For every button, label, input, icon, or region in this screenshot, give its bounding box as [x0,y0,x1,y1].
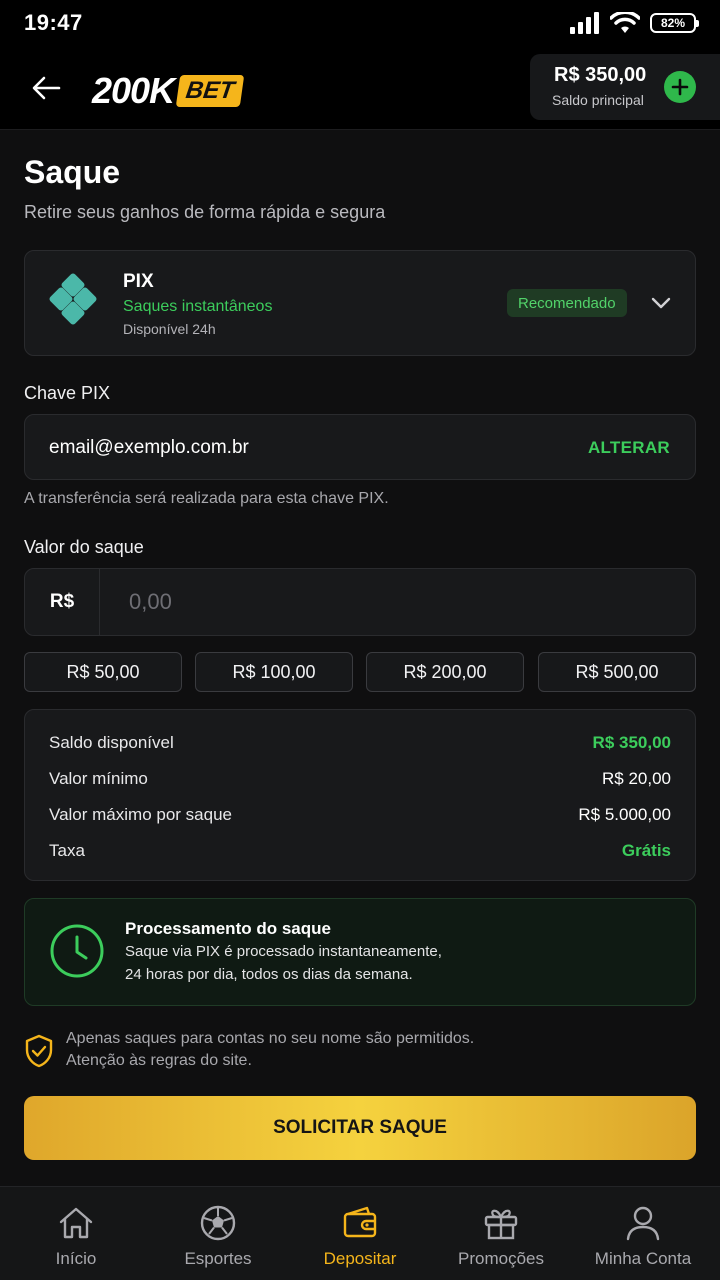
nav-item-deposit[interactable]: Depositar [288,1187,432,1280]
battery-level: 82% [660,16,686,30]
nav-item-home[interactable]: Início [4,1187,148,1280]
back-button[interactable] [26,68,66,108]
battery-icon: 82% [650,13,699,33]
change-pix-key-button[interactable]: ALTERAR [588,438,670,458]
user-icon [626,1206,660,1241]
logo-bet: BET [175,75,245,107]
logo-number: 200K [92,70,175,111]
home-icon [59,1207,93,1239]
amount-input[interactable]: 0,00 [129,589,172,615]
pix-key-label: Chave PIX [24,383,111,403]
balance-amount: R$ 350,00 [554,64,647,86]
info-row: Saldo disponível R$ 350,00 [49,733,671,753]
info-row: Valor máximo por saque R$ 5.000,00 [49,805,671,825]
nav-label: Início [55,1249,97,1268]
nav-label: Esportes [184,1249,252,1268]
pix-key-value: email@exemplo.com.br [49,437,249,458]
warning-text-line1: Apenas saques para contas no seu nome sã… [66,1030,475,1047]
amount-field[interactable]: R$ 0,00 [24,568,696,636]
nav-item-promotions[interactable]: Promoções [429,1187,573,1280]
add-balance-button[interactable] [664,71,696,103]
status-time: 19:47 [24,10,83,35]
info-row: Taxa Grátis [49,841,671,861]
method-name: PIX [123,271,154,292]
info-key: Valor máximo por saque [49,805,232,824]
quick-amount-button[interactable]: R$ 500,00 [538,652,696,692]
info-value: R$ 5.000,00 [578,805,671,824]
balance-box[interactable]: R$ 350,00 Saldo principal [530,54,720,120]
currency-prefix: R$ [25,569,100,635]
info-key: Taxa [49,841,85,860]
method-availability: Disponível 24h [123,321,216,337]
brand-logo[interactable]: 200K BET [92,70,245,112]
processing-title: Processamento do saque [125,919,331,938]
pix-key-hint: A transferência será realizada para esta… [24,490,389,507]
request-withdraw-button[interactable]: SOLICITAR SAQUE [24,1096,696,1160]
warning-text-line2: Atenção às regras do site. [66,1052,252,1069]
status-bar: 19:47 82% [0,0,720,46]
nav-label: Depositar [323,1249,397,1268]
nav-item-account[interactable]: Minha Conta [571,1187,715,1280]
wifi-icon [610,12,640,33]
status-icons: 82% [570,12,699,34]
info-value: R$ 20,00 [602,769,671,788]
page-subtitle: Retire seus ganhos de forma rápida e seg… [24,202,386,222]
arrow-left-icon [32,76,61,100]
chevron-down-icon[interactable] [649,291,673,315]
info-value: R$ 350,00 [592,733,671,752]
quick-amount-button[interactable]: R$ 50,00 [24,652,182,692]
processing-text-line2: 24 horas por dia, todos os dias da seman… [125,966,413,983]
pix-key-field[interactable]: email@exemplo.com.br ALTERAR [24,414,696,480]
info-key: Valor mínimo [49,769,148,788]
shield-check-icon [25,1034,53,1068]
clock-icon [50,924,104,978]
nav-label: Minha Conta [594,1249,692,1268]
withdraw-info-card: Saldo disponível R$ 350,00 Valor mínimo … [24,709,696,881]
quick-amount-button[interactable]: R$ 100,00 [195,652,353,692]
nav-label: Promoções [458,1249,544,1268]
pix-icon [49,273,97,325]
app-header: 200K BET R$ 350,00 Saldo principal [0,46,720,130]
signal-icon [570,12,599,34]
nav-item-sports[interactable]: Esportes [146,1187,290,1280]
amount-label: Valor do saque [24,537,144,557]
info-row: Valor mínimo R$ 20,00 [49,769,671,789]
wallet-icon [343,1206,377,1238]
processing-text-line1: Saque via PIX é processado instantaneame… [125,943,442,960]
soccer-ball-icon [200,1205,236,1241]
bottom-nav: Início Esportes Depositar Promoções Minh… [0,1186,720,1280]
page-title: Saque [24,154,121,190]
info-key: Saldo disponível [49,733,174,752]
info-value: Grátis [621,841,671,860]
processing-info-card: Processamento do saque Saque via PIX é p… [24,898,696,1006]
recommended-badge: Recomendado [507,289,627,317]
gift-icon [484,1209,518,1240]
quick-amount-button[interactable]: R$ 200,00 [366,652,524,692]
method-subtitle: Saques instantâneos [123,298,273,315]
plus-icon [671,78,689,96]
balance-label: Saldo principal [552,92,644,108]
payment-method-selector[interactable]: PIX Saques instantâneos Disponível 24h R… [24,250,696,356]
